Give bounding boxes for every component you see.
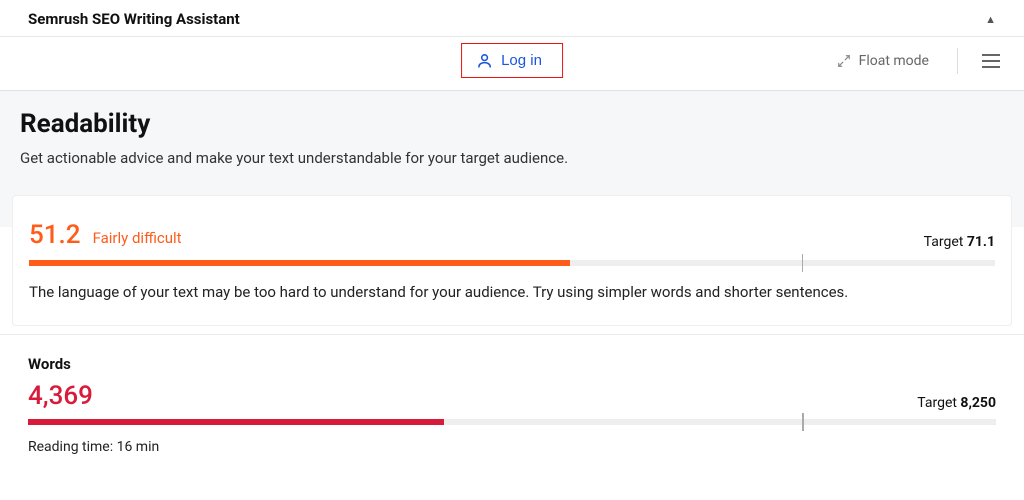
readability-score-label: Fairly difficult xyxy=(93,229,182,247)
readability-target: Target 71.1 xyxy=(924,234,995,250)
panel-header: Semrush SEO Writing Assistant ▲ xyxy=(0,0,1024,37)
target-prefix: Target xyxy=(924,234,967,250)
readability-progress-bar xyxy=(29,260,995,266)
float-icon xyxy=(837,54,851,68)
separator xyxy=(957,48,958,74)
hamburger-menu-icon[interactable] xyxy=(978,50,1004,72)
section-subtitle: Get actionable advice and make your text… xyxy=(20,149,1004,167)
collapse-caret-icon[interactable]: ▲ xyxy=(985,13,996,26)
readability-score-card: 51.2 Fairly difficult Target 71.1 The la… xyxy=(12,195,1012,326)
target-prefix: Target xyxy=(917,395,960,411)
login-button[interactable]: Log in xyxy=(461,43,563,78)
reading-time: Reading time: 16 min xyxy=(28,439,996,455)
readability-score-value: 51.2 xyxy=(29,220,81,250)
words-section: Words 4,369 Target 8,250 Reading time: 1… xyxy=(0,334,1024,455)
target-value: 71.1 xyxy=(967,234,995,250)
float-mode-button[interactable]: Float mode xyxy=(837,53,929,69)
login-label: Log in xyxy=(501,52,542,69)
target-value: 8,250 xyxy=(960,395,996,411)
words-progress-bar xyxy=(28,419,996,425)
words-progress-fill xyxy=(28,419,444,425)
app-title: Semrush SEO Writing Assistant xyxy=(28,10,240,28)
readability-progress-fill xyxy=(29,260,570,266)
section-title: Readability xyxy=(20,109,1004,139)
words-target-tick xyxy=(802,413,804,431)
words-count: 4,369 xyxy=(28,381,93,411)
words-title: Words xyxy=(28,355,996,373)
words-target: Target 8,250 xyxy=(917,395,996,411)
readability-advice: The language of your text may be too har… xyxy=(29,282,995,303)
float-mode-label: Float mode xyxy=(859,53,929,69)
toolbar: Log in Float mode xyxy=(0,37,1024,91)
readability-target-tick xyxy=(802,254,804,272)
user-icon xyxy=(476,52,493,69)
